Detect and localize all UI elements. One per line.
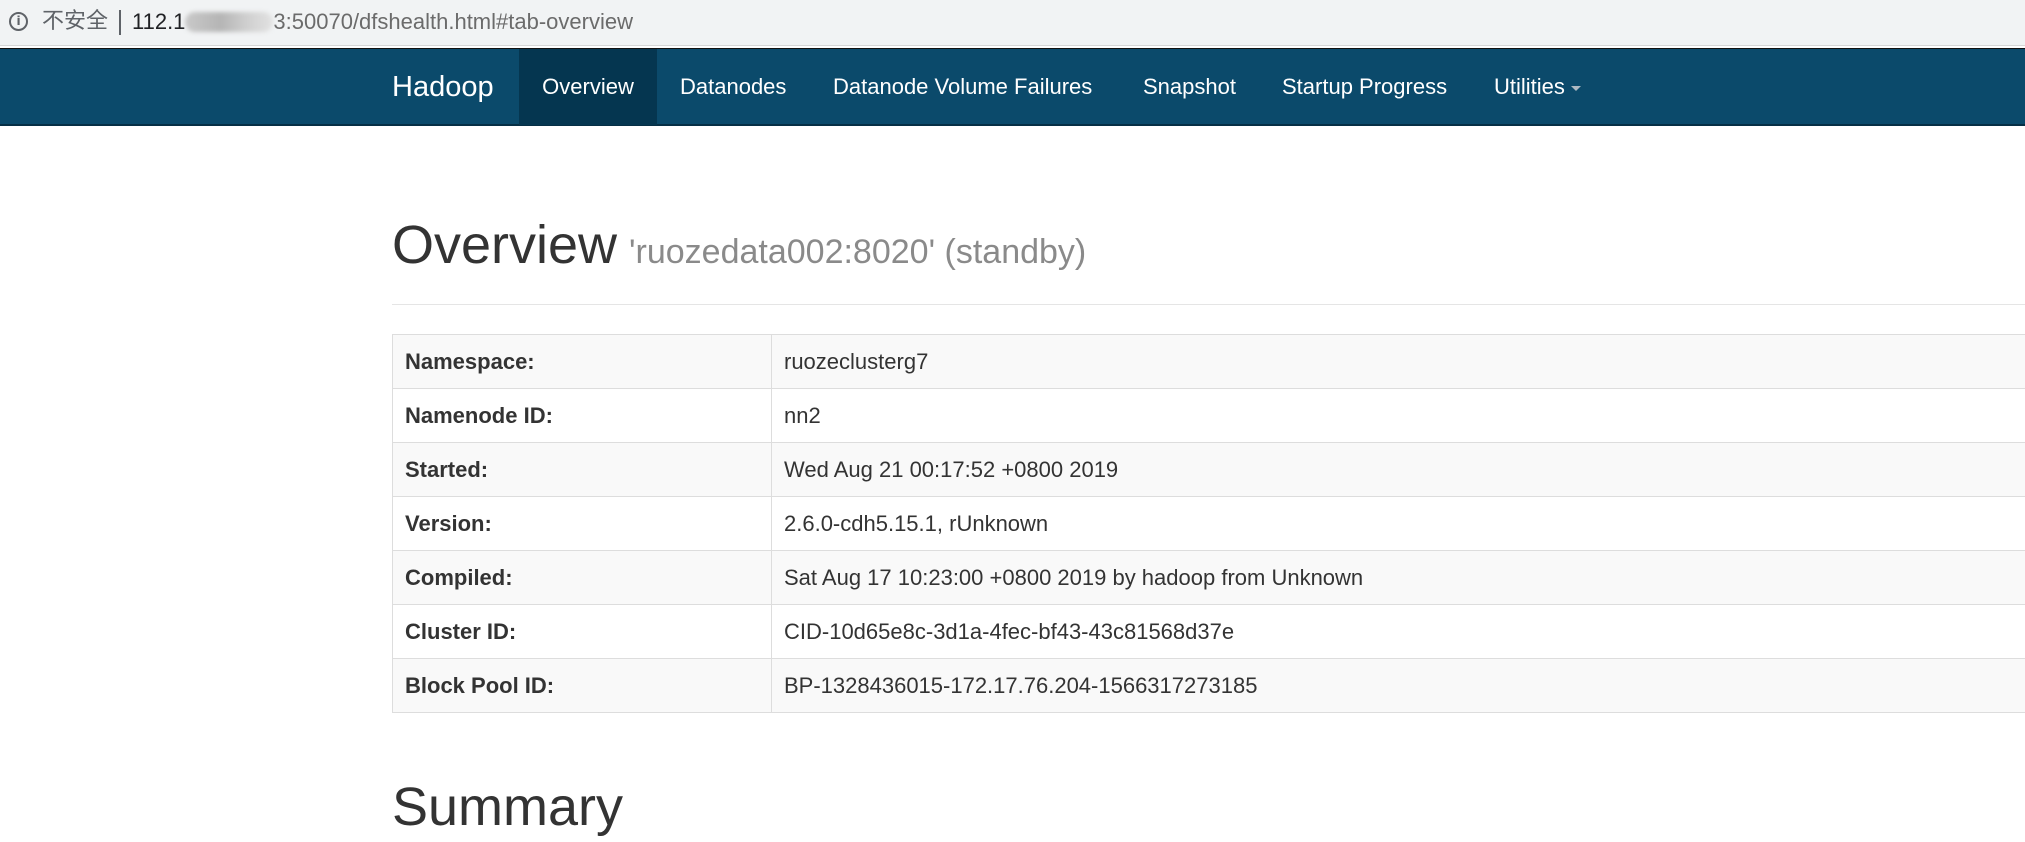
nav-utilities-label: Utilities [1494, 74, 1565, 99]
caret-down-icon [1571, 86, 1581, 91]
page-title: Overview 'ruozedata002:8020' (standby) [392, 210, 1086, 287]
table-row: Namenode ID: nn2 [393, 389, 2025, 443]
nav-datanodes[interactable]: Datanodes [680, 49, 786, 125]
nav-snapshot[interactable]: Snapshot [1143, 49, 1236, 125]
top-navbar: Hadoop Overview Datanodes Datanode Volum… [0, 48, 2025, 126]
browser-address-bar[interactable]: i 不安全 112.1 3:50070/dfshealth.html#tab-ov… [0, 0, 2025, 46]
row-key: Namespace: [393, 335, 772, 389]
row-key: Compiled: [393, 551, 772, 605]
nav-overview[interactable]: Overview [519, 49, 657, 125]
row-value: Sat Aug 17 10:23:00 +0800 2019 by hadoop… [772, 551, 2025, 605]
table-row: Version: 2.6.0-cdh5.15.1, rUnknown [393, 497, 2025, 551]
row-value: nn2 [772, 389, 2025, 443]
row-key: Block Pool ID: [393, 659, 772, 713]
nav-startup-progress[interactable]: Startup Progress [1282, 49, 1447, 125]
table-row: Cluster ID: CID-10d65e8c-3d1a-4fec-bf43-… [393, 605, 2025, 659]
address-separator [119, 10, 121, 35]
nav-datanode-volume-failures[interactable]: Datanode Volume Failures [833, 49, 1092, 125]
info-icon[interactable]: i [9, 12, 28, 31]
url-host: 112.1 [132, 9, 185, 34]
row-value: ruozeclusterg7 [772, 335, 2025, 389]
table-row: Namespace: ruozeclusterg7 [393, 335, 2025, 389]
row-value: BP-1328436015-172.17.76.204-156631727318… [772, 659, 2025, 713]
table-row: Started: Wed Aug 21 00:17:52 +0800 2019 [393, 443, 2025, 497]
redacted-ip-blur [185, 12, 273, 32]
row-value: Wed Aug 21 00:17:52 +0800 2019 [772, 443, 2025, 497]
url-text[interactable]: 112.1 3:50070/dfshealth.html#tab-overview [132, 8, 633, 36]
overview-subtitle: 'ruozedata002:8020' (standby) [629, 233, 1086, 271]
security-label[interactable]: 不安全 [42, 8, 108, 36]
row-key: Namenode ID: [393, 389, 772, 443]
overview-title: Overview [392, 215, 617, 275]
brand-logo[interactable]: Hadoop [392, 49, 494, 125]
row-value: CID-10d65e8c-3d1a-4fec-bf43-43c81568d37e [772, 605, 2025, 659]
table-row: Block Pool ID: BP-1328436015-172.17.76.2… [393, 659, 2025, 713]
nav-utilities[interactable]: Utilities [1494, 49, 1581, 125]
url-rest: 3:50070/dfshealth.html#tab-overview [273, 9, 633, 34]
row-key: Started: [393, 443, 772, 497]
row-key: Cluster ID: [393, 605, 772, 659]
page-header: Overview 'ruozedata002:8020' (standby) [392, 210, 2025, 305]
overview-table: Namespace: ruozeclusterg7 Namenode ID: n… [392, 334, 2025, 713]
row-value: 2.6.0-cdh5.15.1, rUnknown [772, 497, 2025, 551]
row-key: Version: [393, 497, 772, 551]
table-row: Compiled: Sat Aug 17 10:23:00 +0800 2019… [393, 551, 2025, 605]
